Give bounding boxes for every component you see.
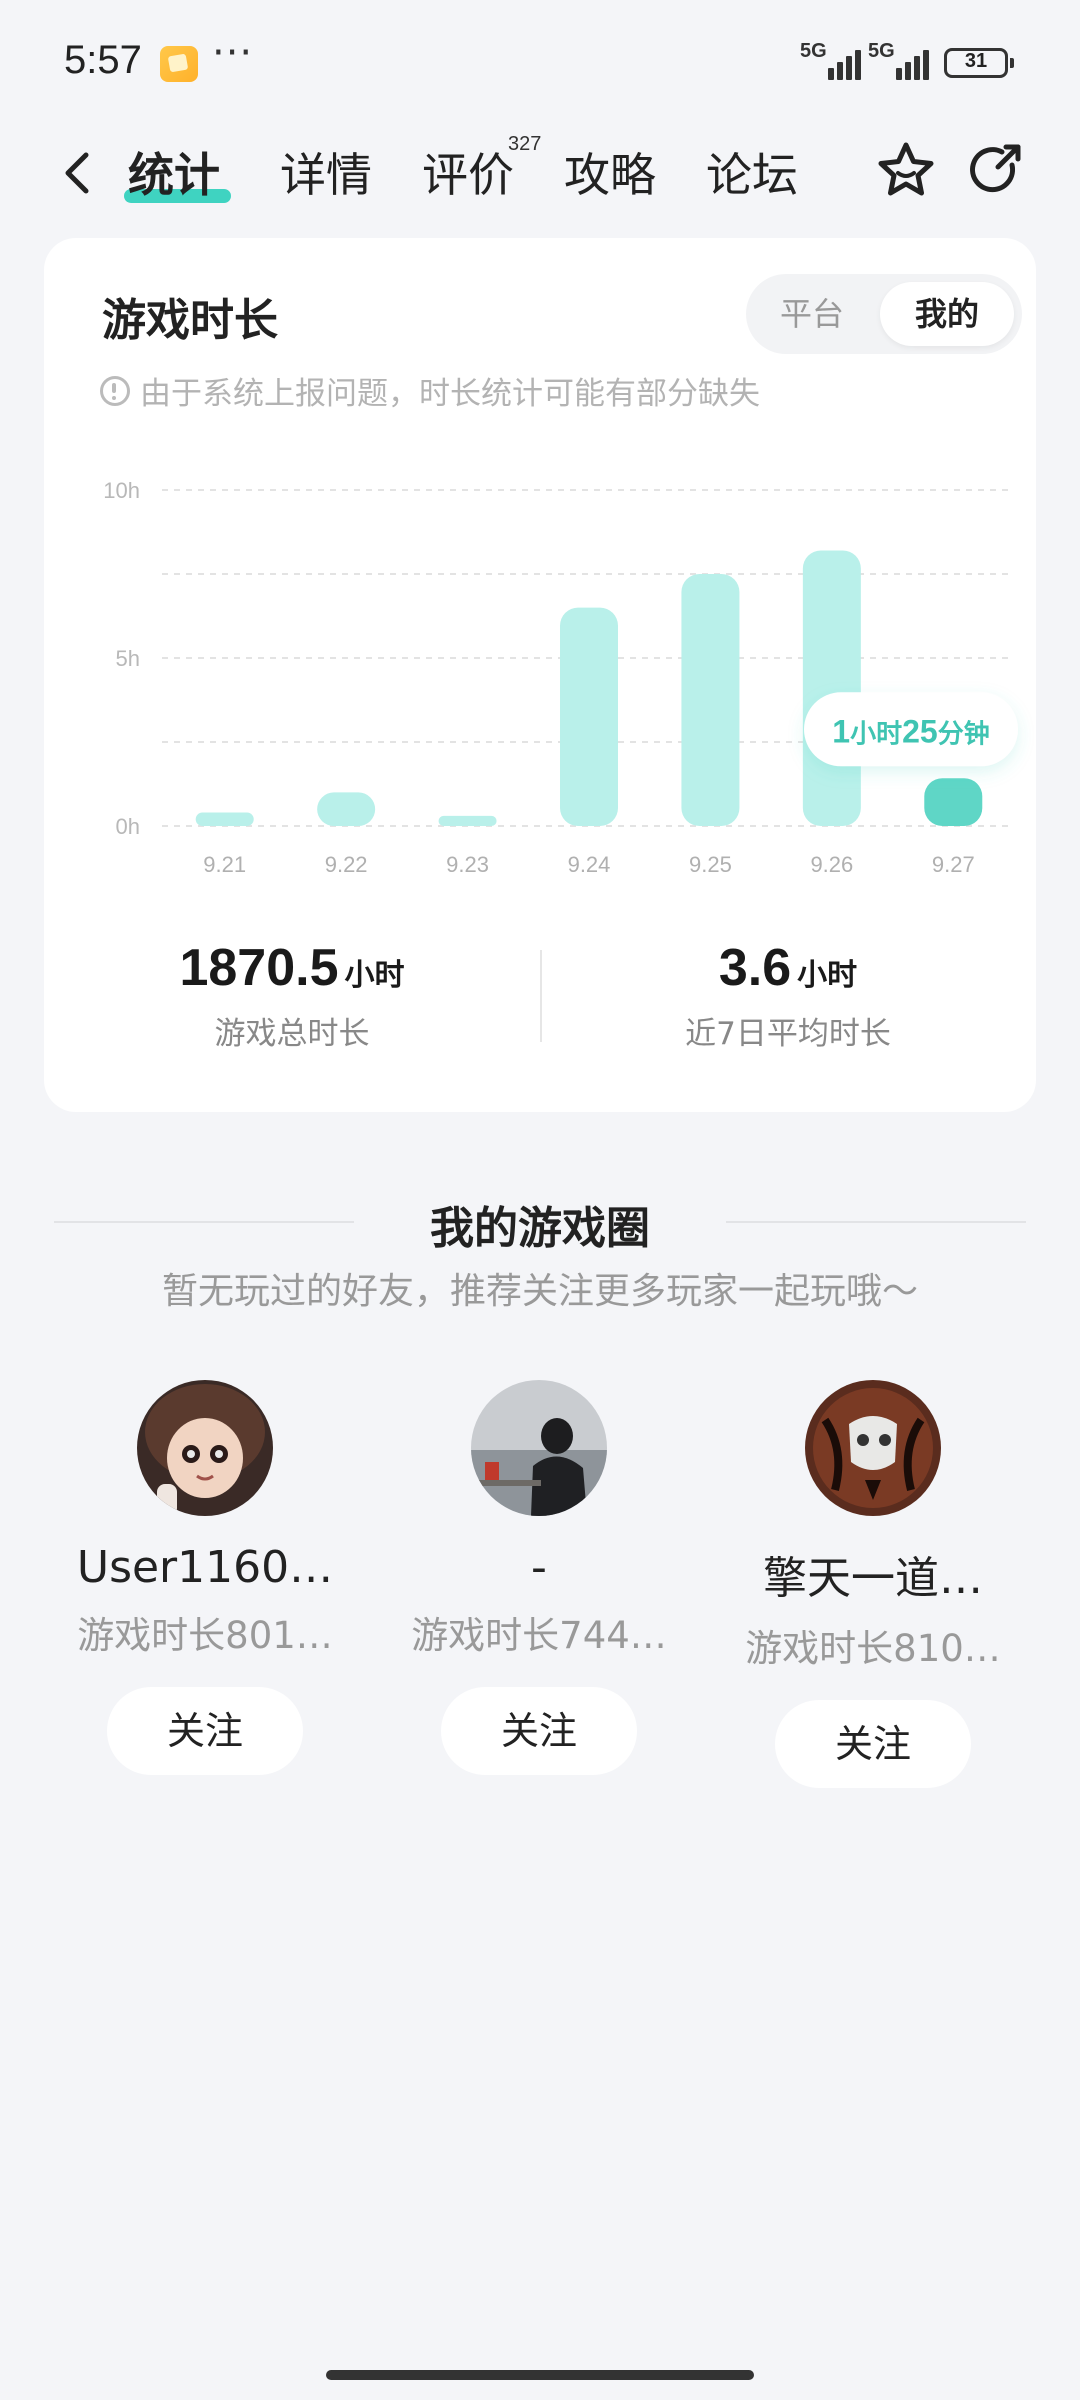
more-notifications-icon: ··· (212, 30, 254, 76)
total-playtime-unit: 小时 (344, 958, 405, 993)
recommended-player-card: User1160… 游戏时长801… 关注 (40, 1380, 370, 1775)
tab-reviews[interactable]: 评价 (422, 139, 514, 205)
bar (802, 550, 861, 826)
bar (317, 792, 376, 826)
game-circle-title: 我的游戏圈 (430, 1203, 650, 1254)
share-icon[interactable] (964, 139, 1028, 203)
bar (681, 574, 740, 826)
battery-level: 31 (964, 50, 988, 72)
x-tick-label: 9.23 (446, 852, 489, 877)
home-indicator[interactable] (326, 2370, 754, 2380)
tab-forum[interactable]: 论坛 (706, 139, 798, 205)
average-playtime-label: 近7日平均时长 (685, 1016, 891, 1052)
y-tick-label: 0h (116, 814, 140, 839)
play-time-card: 游戏时长 平台 我的 由于系统上报问题，时长统计可能有部分缺失 0h 5h 10h 9… (44, 238, 1036, 1112)
player-name[interactable]: 擎天一道… (708, 1542, 1038, 1606)
total-playtime-value: 1870.5 (179, 939, 339, 997)
top-nav: 统计 详情 评价 327 攻略 论坛 (0, 125, 1080, 225)
follow-button[interactable]: 关注 (775, 1700, 971, 1788)
average-playtime-unit: 小时 (797, 958, 858, 993)
x-tick-label: 9.27 (932, 852, 975, 877)
bar (438, 815, 497, 826)
total-playtime-label: 游戏总时长 (214, 1016, 370, 1052)
tab-details[interactable]: 详情 (280, 139, 372, 205)
x-tick-label: 9.21 (203, 852, 246, 877)
avatar[interactable] (137, 1380, 273, 1516)
x-tick-label: 9.25 (689, 852, 732, 877)
battery-icon: 31 (944, 48, 1014, 78)
tab-guides[interactable]: 攻略 (564, 139, 656, 205)
avatar[interactable] (805, 1380, 941, 1516)
game-circle-subtitle: 暂无玩过的好友，推荐关注更多玩家一起玩哦～ (161, 1271, 918, 1312)
y-tick-label: 5h (116, 646, 140, 671)
follow-button[interactable]: 关注 (107, 1687, 303, 1775)
bar (195, 812, 254, 826)
average-playtime-value: 3.6 (718, 939, 792, 997)
signal-label: 5G (800, 40, 827, 62)
player-name[interactable]: - (374, 1542, 704, 1593)
tab-stats[interactable]: 统计 (128, 139, 220, 205)
bar (560, 607, 618, 826)
player-playtime: 游戏时长744… (411, 1614, 667, 1657)
tooltip-text: 1小时25分钟 (832, 713, 989, 749)
recommended-player-card: - 游戏时长744… 关注 (374, 1380, 704, 1775)
recommended-player-card: 擎天一道… 游戏时长810… 关注 (708, 1380, 1038, 1788)
reviews-count-badge: 327 (508, 133, 542, 155)
avatar[interactable] (471, 1380, 607, 1516)
notes-app-icon (160, 46, 198, 82)
status-time: 5:57 (64, 38, 142, 82)
back-arrow-icon[interactable] (52, 145, 108, 201)
player-name[interactable]: User1160… (40, 1542, 370, 1593)
signal-icon-2: 5G (868, 40, 932, 80)
divider-right (726, 1221, 1026, 1223)
follow-button[interactable]: 关注 (441, 1687, 637, 1775)
star-icon[interactable] (874, 139, 938, 203)
x-tick-label: 9.26 (810, 852, 853, 877)
average-playtime-stat: 3.6 小时 近7日平均时长 (540, 938, 1036, 1053)
player-playtime: 游戏时长801… (77, 1614, 333, 1657)
x-tick-label: 9.22 (325, 852, 368, 877)
player-playtime: 游戏时长810… (745, 1627, 1001, 1670)
bar (924, 778, 983, 826)
status-bar: 5:57 ··· 5G 5G 31 (0, 0, 1080, 125)
y-tick-label: 10h (103, 478, 140, 503)
x-tick-label: 9.24 (568, 852, 611, 877)
play-time-bar-chart: 0h 5h 10h 9.21 9.22 9.23 9.24 9.25 9.26 9.27 1小时25… (103, 478, 1018, 877)
total-playtime-stat: 1870.5 小时 游戏总时长 (44, 938, 540, 1053)
signal-label-2: 5G (868, 40, 895, 62)
signal-icon: 5G (800, 40, 864, 80)
